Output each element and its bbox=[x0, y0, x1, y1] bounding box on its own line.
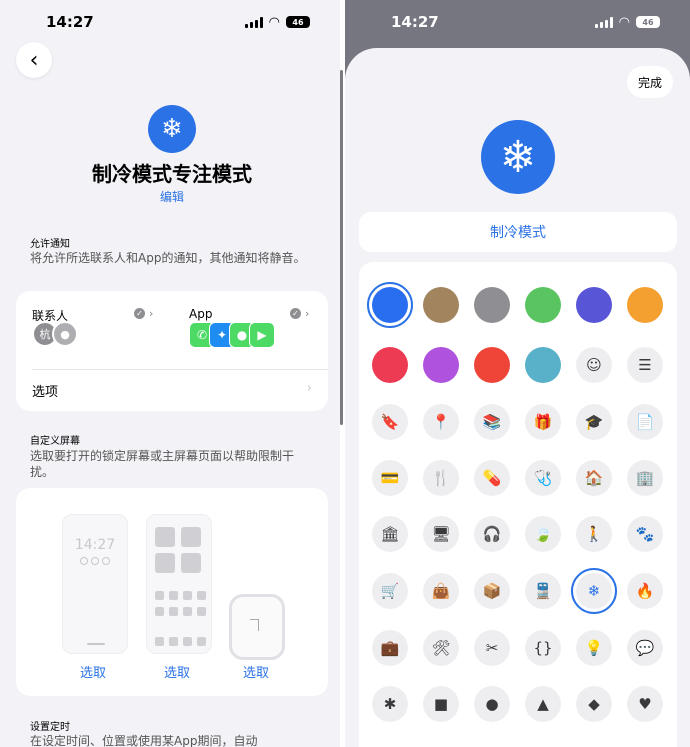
diamond-icon[interactable]: ◆ bbox=[576, 686, 612, 722]
section-heading-screens: 自定义屏幕 bbox=[30, 436, 80, 447]
color-swatch[interactable] bbox=[423, 287, 459, 323]
cellular-signal-icon bbox=[594, 16, 613, 28]
color-swatch[interactable] bbox=[525, 347, 561, 383]
cart-icon[interactable]: 🛒 bbox=[372, 573, 408, 609]
chevron-right-icon: › bbox=[149, 307, 154, 320]
section-desc-notifications: 将允许所选联系人和App的通知，其他通知将静音。 bbox=[30, 251, 306, 265]
heart-icon[interactable]: ♥ bbox=[627, 686, 663, 722]
books-icon[interactable]: 📚 bbox=[474, 404, 510, 440]
tools-icon[interactable]: 🛠 bbox=[423, 630, 459, 666]
lock-screen-time: 14:27 bbox=[74, 537, 116, 553]
status-time: 14:27 bbox=[391, 13, 439, 31]
section-heading-schedule: 设置定时 bbox=[30, 722, 70, 733]
braces-icon[interactable]: {} bbox=[525, 630, 561, 666]
cellular-signal-icon bbox=[244, 16, 263, 28]
options-row[interactable]: 选项 › bbox=[32, 381, 312, 400]
checkmark-icon: ✓ bbox=[290, 308, 301, 319]
person-icon[interactable]: 🚶 bbox=[576, 516, 612, 552]
snowflake-icon[interactable]: ❄ bbox=[571, 568, 617, 614]
list-icon[interactable]: ☰ bbox=[627, 347, 663, 383]
section-desc-screens: 选取要打开的锁定屏幕或主屏幕页面以帮助限制干扰。 bbox=[30, 449, 295, 479]
headphones-icon[interactable]: 🎧 bbox=[474, 516, 510, 552]
asterisk-icon[interactable]: ✱ bbox=[372, 686, 408, 722]
focus-name-input[interactable]: 制冷模式 bbox=[359, 212, 677, 252]
home-screen-preview[interactable] bbox=[146, 514, 212, 654]
document-icon[interactable]: 📄 bbox=[627, 404, 663, 440]
page-title: 制冷模式专注模式 bbox=[92, 162, 252, 186]
checkmark-icon: ✓ bbox=[134, 308, 145, 319]
edit-sheet: 完成 ❄ 制冷模式 ☺ ☰ 🔖 📍 📚 🎁 🎓 📄 💳 🍴 💊 🩺 🏠 🏢 🏛 🖥 🎧 🍃 🚶 🐾 🛒 👜 📦 🚆 ❄ 🔥 💼 🛠 ✂ {… bbox=[345, 48, 690, 747]
status-time: 14:27 bbox=[46, 13, 94, 31]
flame-icon[interactable]: 🔥 bbox=[627, 573, 663, 609]
bank-icon[interactable]: 🏛 bbox=[372, 516, 408, 552]
monitor-icon[interactable]: 🖥 bbox=[423, 516, 459, 552]
snowflake-icon: ❄ bbox=[148, 105, 196, 153]
status-bar: 14:27 ◠ 46 bbox=[345, 0, 690, 44]
watch-face-preview[interactable] bbox=[229, 594, 285, 660]
pick-home-screen-button[interactable]: 选取 bbox=[164, 662, 190, 681]
chevron-left-icon: ‹ bbox=[29, 47, 39, 73]
battery-icon: 46 bbox=[286, 16, 310, 28]
leaf-icon[interactable]: 🍃 bbox=[525, 516, 561, 552]
pick-lock-screen-button[interactable]: 选取 bbox=[80, 662, 106, 681]
box-icon[interactable]: 📦 bbox=[474, 573, 510, 609]
color-swatch[interactable] bbox=[627, 287, 663, 323]
pick-watch-face-button[interactable]: 选取 bbox=[243, 662, 269, 681]
house-icon[interactable]: 🏠 bbox=[576, 460, 612, 496]
color-swatch[interactable] bbox=[525, 287, 561, 323]
triangle-icon[interactable]: ▲ bbox=[525, 686, 561, 722]
options-label: 选项 bbox=[32, 385, 59, 400]
color-swatch[interactable] bbox=[367, 282, 413, 328]
graduation-cap-icon[interactable]: 🎓 bbox=[576, 404, 612, 440]
lightbulb-icon[interactable]: 💡 bbox=[576, 630, 612, 666]
bookmark-icon[interactable]: 🔖 bbox=[372, 404, 408, 440]
pin-icon[interactable]: 📍 bbox=[423, 404, 459, 440]
apps-label[interactable]: App bbox=[189, 307, 212, 321]
paw-icon[interactable]: 🐾 bbox=[627, 516, 663, 552]
color-swatch[interactable] bbox=[576, 287, 612, 323]
avatar-person-icon: ● bbox=[52, 321, 78, 347]
building-icon[interactable]: 🏢 bbox=[627, 460, 663, 496]
lock-screen-preview[interactable]: 14:27 bbox=[62, 514, 128, 654]
icon-editor-screen: 14:27 ◠ 46 完成 ❄ 制冷模式 ☺ ☰ 🔖 📍 📚 🎁 🎓 📄 💳 🍴 💊 🩺 🏠 🏢 🏛 🖥 🎧 🍃 🚶… bbox=[345, 0, 690, 747]
color-swatch[interactable] bbox=[474, 347, 510, 383]
chevron-right-icon: › bbox=[306, 381, 312, 396]
fork-knife-icon[interactable]: 🍴 bbox=[423, 460, 459, 496]
done-button[interactable]: 完成 bbox=[627, 66, 673, 98]
section-desc-schedule: 在设定时间、位置或使用某App期间，自动 bbox=[30, 734, 258, 747]
wifi-icon: ◠ bbox=[268, 14, 280, 30]
credit-card-icon[interactable]: 💳 bbox=[372, 460, 408, 496]
focus-settings-screen: 14:27 ◠ 46 ‹ ❄ 制冷模式专注模式 编辑 允许通知 将允许所选联系人… bbox=[0, 0, 340, 747]
status-bar: 14:27 ◠ 46 bbox=[0, 0, 340, 44]
stethoscope-icon[interactable]: 🩺 bbox=[525, 460, 561, 496]
customize-screens-card: 14:27 选取 选取 选取 bbox=[16, 488, 328, 696]
speech-bubble-icon[interactable]: 💬 bbox=[627, 630, 663, 666]
facetime-app-icon: ▶ bbox=[249, 322, 275, 348]
color-swatch[interactable] bbox=[372, 347, 408, 383]
train-icon[interactable]: 🚆 bbox=[525, 573, 561, 609]
color-swatch[interactable] bbox=[423, 347, 459, 383]
smiley-icon[interactable]: ☺ bbox=[576, 347, 612, 383]
briefcase-icon[interactable]: 💼 bbox=[372, 630, 408, 666]
color-swatch[interactable] bbox=[474, 287, 510, 323]
edit-link[interactable]: 编辑 bbox=[0, 188, 340, 205]
snowflake-icon: ❄ bbox=[481, 120, 555, 194]
scrollbar[interactable] bbox=[340, 70, 343, 425]
wifi-icon: ◠ bbox=[618, 14, 630, 30]
allow-notifications-card: 联系人 ✓ › 杭 ● App ✓ › ✆ ✦ ● ▶ 选项 › bbox=[16, 291, 328, 411]
scissors-icon[interactable]: ✂ bbox=[474, 630, 510, 666]
circle-icon[interactable]: ● bbox=[474, 686, 510, 722]
bag-icon[interactable]: 👜 bbox=[423, 573, 459, 609]
battery-icon: 46 bbox=[636, 16, 660, 28]
section-heading-notifications: 允许通知 bbox=[30, 239, 70, 250]
icon-color-picker: ☺ ☰ 🔖 📍 📚 🎁 🎓 📄 💳 🍴 💊 🩺 🏠 🏢 🏛 🖥 🎧 🍃 🚶 🐾 🛒 👜 📦 🚆 ❄ 🔥 💼 🛠 ✂ {} 💡 💬 ✱ ■ ● ▲ ◆ ♥ bbox=[359, 262, 677, 747]
back-button[interactable]: ‹ bbox=[16, 42, 52, 78]
square-icon[interactable]: ■ bbox=[423, 686, 459, 722]
chevron-right-icon: › bbox=[305, 307, 310, 320]
gift-icon[interactable]: 🎁 bbox=[525, 404, 561, 440]
pills-icon[interactable]: 💊 bbox=[474, 460, 510, 496]
